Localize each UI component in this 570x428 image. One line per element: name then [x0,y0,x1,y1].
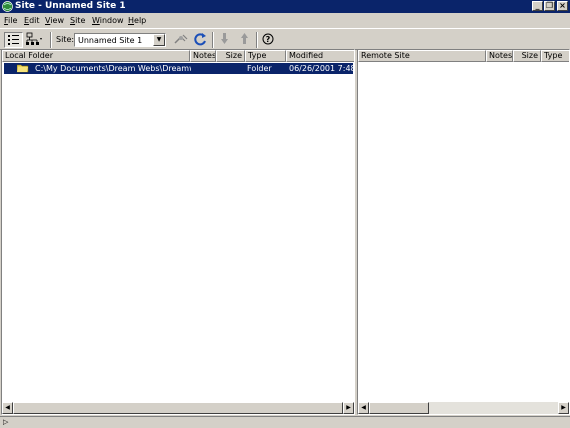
close-button[interactable]: × [557,1,568,11]
local-files-pane[interactable]: Local Folder Notes Size Type Modified C:… [1,49,355,415]
column-type[interactable]: Type [541,50,569,62]
scroll-thumb[interactable] [369,402,429,414]
refresh-icon [194,33,206,46]
menu-site[interactable]: Site [70,15,85,26]
column-modified[interactable]: Modified [286,50,354,62]
scroll-right-icon[interactable]: ▶ [343,402,354,414]
toolbar-separator [212,32,214,48]
toolbar: Site: Unnamed Site 1 ▼ ? [0,28,570,50]
column-size[interactable]: Size [216,50,245,62]
item-type: Folder [247,64,272,73]
get-icon [221,33,228,44]
title-bar: Site - Unnamed Site 1 _ ❐ × [0,0,570,13]
svg-text:?: ? [266,35,271,44]
status-bar: ▷ [0,416,570,428]
menu-help[interactable]: Help [128,15,146,26]
site-select[interactable]: Unnamed Site 1 ▼ [74,33,166,47]
column-type[interactable]: Type [245,50,286,62]
menu-bar: File Edit View Site Window Help [0,14,570,27]
menu-window[interactable]: Window [92,15,124,26]
site-select-value: Unnamed Site 1 [78,36,143,45]
site-map-button[interactable] [25,32,44,48]
chevron-down-icon[interactable]: ▼ [153,34,165,46]
column-notes[interactable]: Notes [190,50,216,62]
minimize-button[interactable]: _ [532,1,543,11]
refresh-button[interactable] [192,32,211,48]
connect-icon [174,34,188,44]
item-modified: 06/26/2001 7:48 ... [289,64,353,73]
window-title: Site - Unnamed Site 1 [15,1,126,11]
menu-file[interactable]: File [4,15,17,26]
site-label: Site: [56,35,75,44]
list-item[interactable]: C:\My Documents\Dream Webs\Dreamwe... Fo… [4,63,353,74]
help-icon: ? [262,33,274,45]
folder-path: C:\My Documents\Dream Webs\Dreamwe... [35,64,191,73]
toolbar-separator [256,32,258,48]
scroll-left-icon[interactable]: ◀ [358,402,369,414]
put-icon [241,33,248,44]
connect-button[interactable] [172,32,191,48]
column-local-folder[interactable]: Local Folder [2,50,190,62]
menu-view[interactable]: View [45,15,64,26]
column-size[interactable]: Size [513,50,541,62]
toolbar-separator [50,32,52,48]
scroll-right-icon[interactable]: ▶ [558,402,569,414]
remote-site-pane[interactable]: Remote Site Notes Size Type ◀ ▶ [357,49,570,415]
horizontal-scrollbar[interactable]: ◀ ▶ [358,402,569,414]
help-button[interactable]: ? [260,32,279,48]
site-files-icon [8,35,19,45]
folder-icon [17,64,29,73]
menu-edit[interactable]: Edit [24,15,40,26]
restore-button[interactable]: ❐ [544,1,555,11]
expand-arrow-icon[interactable]: ▷ [3,418,8,426]
scroll-left-icon[interactable]: ◀ [2,402,13,414]
get-button[interactable] [216,32,235,48]
put-button[interactable] [236,32,255,48]
horizontal-scrollbar[interactable]: ◀ ▶ [2,402,354,414]
column-remote-site[interactable]: Remote Site [358,50,486,62]
site-map-icon [26,32,42,45]
dreamweaver-logo-icon [2,1,13,12]
site-files-button[interactable] [4,32,23,48]
column-notes[interactable]: Notes [486,50,513,62]
scroll-thumb[interactable] [13,402,343,414]
